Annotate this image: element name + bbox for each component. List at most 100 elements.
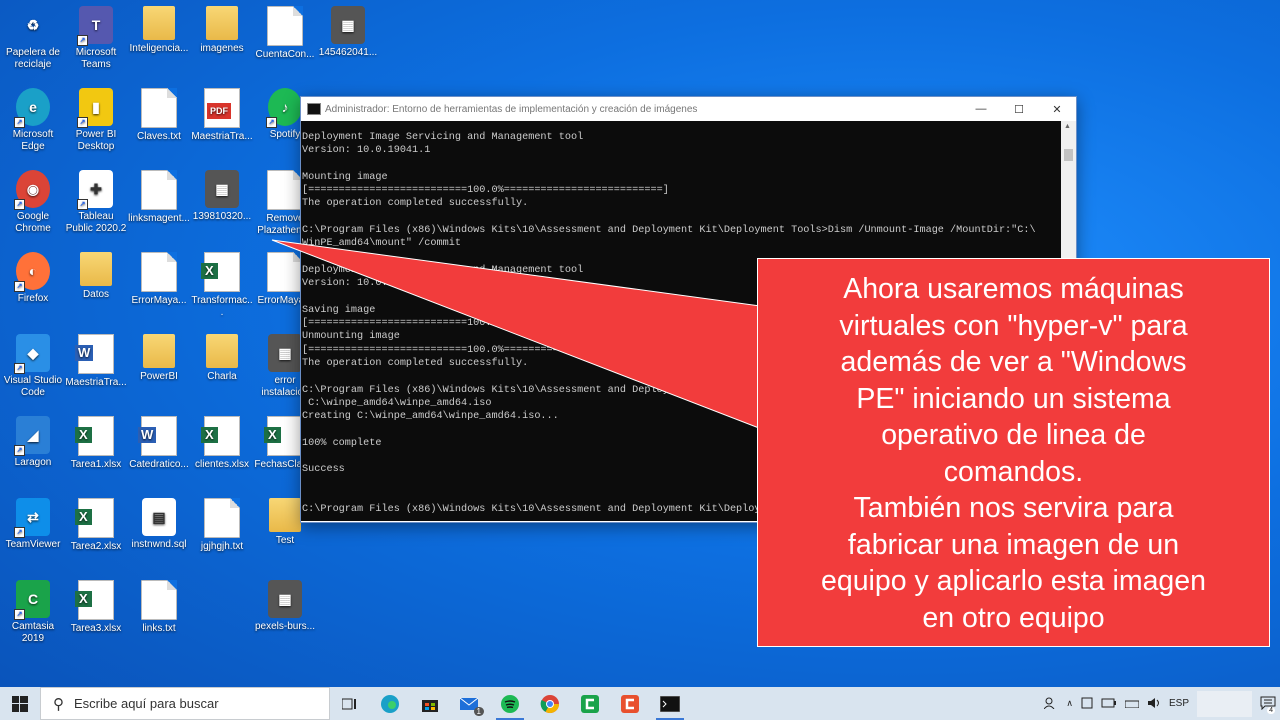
desktop-icon-label: Datos bbox=[82, 289, 110, 300]
desktop-icon[interactable]: ▦ pexels-burs... bbox=[252, 576, 318, 656]
shortcut-arrow-icon: ↗ bbox=[14, 609, 25, 620]
shortcut-arrow-icon: ↗ bbox=[266, 117, 277, 128]
taskbar-camtasia[interactable] bbox=[570, 687, 610, 720]
desktop-icon-label: clientes.xlsx bbox=[195, 459, 249, 470]
desktop-icon[interactable]: e ↗ Microsoft Edge bbox=[0, 84, 66, 164]
cmd-titlebar[interactable]: Administrador: Entorno de herramientas d… bbox=[301, 97, 1076, 121]
camtasia-icon: C ↗ bbox=[14, 580, 50, 620]
scroll-up-icon[interactable]: ▲ bbox=[1064, 123, 1071, 130]
battery-icon[interactable] bbox=[1101, 698, 1117, 710]
desktop-icon[interactable]: ◉ ↗ Google Chrome bbox=[0, 166, 66, 246]
folder-icon bbox=[206, 334, 238, 368]
taskbar-edge[interactable] bbox=[370, 687, 410, 720]
taskbar-chrome[interactable] bbox=[530, 687, 570, 720]
desktop-icon-label: Tableau Public 2020.2 bbox=[65, 211, 127, 234]
desktop-icon[interactable]: imagenes bbox=[189, 2, 255, 82]
people-icon[interactable] bbox=[1044, 697, 1058, 711]
taskbar-cmd[interactable] bbox=[650, 687, 690, 720]
desktop-icon[interactable]: X Tarea2.xlsx bbox=[63, 494, 129, 574]
desktop-icon[interactable]: Datos bbox=[63, 248, 129, 328]
desktop-icon[interactable]: ⇄ ↗ TeamViewer bbox=[0, 494, 66, 574]
desktop-icon-label: Tarea3.xlsx bbox=[70, 623, 122, 634]
scroll-thumb[interactable] bbox=[1064, 149, 1073, 161]
language-indicator[interactable]: ESP bbox=[1169, 698, 1189, 709]
shortcut-arrow-icon: ↗ bbox=[77, 35, 88, 46]
desktop-icon[interactable]: Inteligencia... bbox=[126, 2, 192, 82]
minimize-button[interactable]: — bbox=[962, 103, 1000, 115]
desktop-icon[interactable]: ◐ ↗ Firefox bbox=[0, 248, 66, 328]
notes-icon[interactable] bbox=[1081, 697, 1093, 711]
desktop-icon[interactable]: ♻ Papelera de reciclaje bbox=[0, 2, 66, 82]
powerbi-icon: ▮ ↗ bbox=[77, 88, 113, 128]
desktop-icon-label: MaestriaTra... bbox=[191, 131, 253, 142]
notification-center[interactable]: 4 bbox=[1260, 696, 1276, 714]
desktop-icon[interactable]: ▦ 139810320... bbox=[189, 166, 255, 246]
desktop-icon[interactable]: X Tarea1.xlsx bbox=[63, 412, 129, 492]
volume-icon[interactable] bbox=[1147, 697, 1161, 711]
taskbar-camtasia-recorder[interactable] bbox=[610, 687, 650, 720]
desktop-icon[interactable]: ✚ ↗ Tableau Public 2020.2 bbox=[63, 166, 129, 246]
folder-icon bbox=[143, 334, 175, 368]
desktop-icon[interactable]: X Transformac... bbox=[189, 248, 255, 328]
network-icon[interactable] bbox=[1124, 698, 1140, 710]
task-view-icon bbox=[342, 698, 356, 709]
store-icon bbox=[422, 699, 438, 712]
desktop-icon-label: Firefox bbox=[17, 293, 49, 304]
desktop-icon[interactable]: ErrorMaya... bbox=[126, 248, 192, 328]
desktop-icon[interactable]: X Tarea3.xlsx bbox=[63, 576, 129, 656]
taskbar-spotify[interactable] bbox=[490, 687, 530, 720]
teamviewer-icon: ⇄ ↗ bbox=[14, 498, 50, 538]
document-icon bbox=[267, 170, 303, 210]
desktop-icon-label: Catedratico... bbox=[129, 459, 189, 470]
desktop-icon[interactable]: ▤ instnwnd.sql bbox=[126, 494, 192, 574]
desktop-icon-label: Camtasia 2019 bbox=[11, 621, 55, 644]
task-view-button[interactable] bbox=[330, 687, 370, 720]
shortcut-arrow-icon: ↗ bbox=[14, 445, 25, 456]
taskbar-store[interactable] bbox=[410, 687, 450, 720]
desktop-icon[interactable]: ◢ ↗ Laragon bbox=[0, 412, 66, 492]
maximize-button[interactable]: ☐ bbox=[1000, 103, 1038, 116]
desktop-icon-label: 145462041... bbox=[318, 47, 378, 58]
clock-area[interactable] bbox=[1197, 690, 1252, 717]
laragon-icon: ◢ ↗ bbox=[14, 416, 50, 456]
folder-icon bbox=[143, 6, 175, 40]
desktop-icon[interactable]: PDF MaestriaTra... bbox=[189, 84, 255, 164]
desktop-icon[interactable]: W Catedratico... bbox=[126, 412, 192, 492]
taskbar-mail[interactable]: 1 bbox=[450, 687, 490, 720]
chevron-up-icon[interactable]: ∧ bbox=[1066, 698, 1073, 709]
desktop-icon-label: MaestriaTra... bbox=[65, 377, 127, 388]
desktop-icon-label: TeamViewer bbox=[5, 539, 61, 550]
desktop-icon[interactable]: Xclientes.xlsx bbox=[189, 412, 255, 492]
tableau-icon: ✚ ↗ bbox=[77, 170, 113, 210]
desktop-icon[interactable]: Claves.txt bbox=[126, 84, 192, 164]
desktop-icon-label: ErrorMaya... bbox=[131, 295, 187, 306]
chrome-icon bbox=[540, 694, 559, 713]
desktop-icon[interactable]: W MaestriaTra... bbox=[63, 330, 129, 410]
document-icon bbox=[141, 88, 177, 128]
shortcut-arrow-icon: ↗ bbox=[14, 281, 25, 292]
desktop-icon[interactable]: CuentaCon... bbox=[252, 2, 318, 82]
close-button[interactable]: ✕ bbox=[1038, 103, 1076, 116]
start-button[interactable] bbox=[0, 687, 40, 720]
spotify-icon: ♪ ↗ bbox=[266, 88, 302, 128]
shortcut-arrow-icon: ↗ bbox=[14, 199, 25, 210]
desktop-icon-label: Power BI Desktop bbox=[75, 129, 117, 152]
recycle-icon: ♻ bbox=[26, 17, 40, 33]
desktop-icon-label: Microsoft Edge bbox=[12, 129, 54, 152]
desktop-icon[interactable]: linksmagent... bbox=[126, 166, 192, 246]
sql-icon: ▤ bbox=[142, 498, 176, 536]
desktop-icon[interactable]: Charla bbox=[189, 330, 255, 410]
taskbar-search[interactable]: ⚲ Escribe aquí para buscar bbox=[40, 687, 330, 720]
excel-icon: X bbox=[201, 416, 240, 456]
desktop-icon[interactable]: T ↗ Microsoft Teams bbox=[63, 2, 129, 82]
desktop-icon[interactable]: ◆ ↗ Visual Studio Code bbox=[0, 330, 66, 410]
desktop-icon[interactable]: C ↗ Camtasia 2019 bbox=[0, 576, 66, 656]
desktop-icon[interactable]: ▮ ↗ Power BI Desktop bbox=[63, 84, 129, 164]
desktop-icon[interactable]: ▦ 145462041... bbox=[315, 2, 381, 82]
desktop-icon-label: links.txt bbox=[142, 623, 176, 634]
desktop-icon-label: Claves.txt bbox=[137, 131, 181, 142]
desktop-icon[interactable]: jgjhgjh.txt bbox=[189, 494, 255, 574]
desktop-icon[interactable]: PowerBI bbox=[126, 330, 192, 410]
desktop-icon[interactable]: links.txt bbox=[126, 576, 192, 656]
callout-box: Ahora usaremos máquinas virtuales con "h… bbox=[757, 258, 1270, 647]
